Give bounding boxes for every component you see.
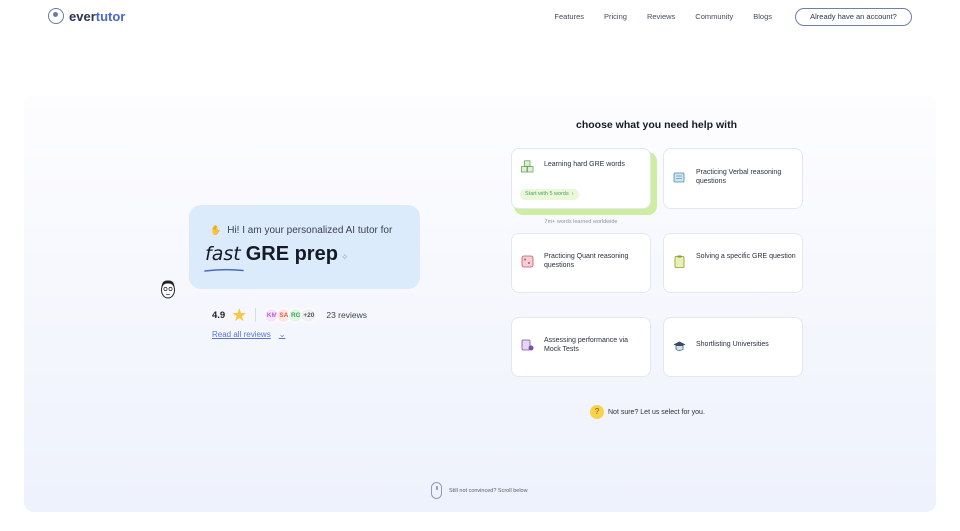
- top-navbar: evertutor Features Pricing Reviews Commu…: [0, 0, 960, 36]
- option-label: Practicing Verbal reasoning questions: [696, 169, 782, 185]
- not-sure-link[interactable]: ? Not sure? Let us select for you.: [590, 405, 705, 419]
- option-card-universities[interactable]: Shortlisting Universities: [663, 317, 803, 377]
- option-card-verbal[interactable]: Practicing Verbal reasoning questions: [663, 148, 803, 209]
- graduation-cap-icon: [673, 340, 686, 353]
- option-card-gre-words[interactable]: Learning hard GRE words Start with 5 wor…: [511, 148, 651, 209]
- abacus-icon: [521, 255, 534, 268]
- option-label: Learning hard GRE words: [544, 161, 625, 168]
- test-icon: [521, 339, 534, 352]
- wave-hand-icon: ✋: [210, 225, 222, 235]
- nav-links: Features Pricing Reviews Community Blogs: [554, 12, 772, 21]
- headline-gre-prep: GRE prep: [245, 243, 338, 265]
- option-card-quant[interactable]: Practicing Quant reasoning questions: [511, 233, 651, 293]
- nav-link-pricing[interactable]: Pricing: [604, 12, 627, 21]
- logo-text: evertutor: [69, 8, 126, 24]
- read-all-reviews-link[interactable]: Read all reviews ⌄: [212, 330, 285, 339]
- nav-link-blogs[interactable]: Blogs: [753, 12, 772, 21]
- words-learned-stat: 7m+ words learned worldwide: [544, 219, 618, 225]
- rating-divider: [255, 308, 257, 322]
- reviewer-more-chip: +20: [300, 307, 318, 323]
- underline-swoosh: [204, 268, 244, 272]
- book-icon: [673, 171, 686, 184]
- option-card-mock-tests[interactable]: Assessing performance via Mock Tests: [511, 317, 651, 377]
- option-label: Practicing Quant reasoning questions: [544, 253, 629, 269]
- chevron-right-icon: ›: [571, 191, 574, 197]
- option-label: Assessing performance via Mock Tests: [544, 337, 629, 353]
- tutor-avatar: [161, 280, 175, 299]
- options-title: choose what you need help with: [575, 119, 738, 131]
- headline-fast: fast: [205, 243, 241, 265]
- chevron-down-icon[interactable]: ⌄: [279, 330, 286, 339]
- clipboard-icon: [673, 255, 686, 268]
- nav-link-features[interactable]: Features: [554, 12, 584, 21]
- blocks-icon: [521, 160, 534, 173]
- start-words-label[interactable]: Start with 5 words: [525, 189, 569, 200]
- mouse-scroll-icon: [431, 482, 442, 499]
- logo[interactable]: evertutor: [48, 8, 125, 24]
- scroll-hint-text: Still not convinced? Scroll below: [449, 487, 528, 494]
- rating-row: 4.9 ★ KM SA RG +20 23 reviews: [212, 306, 367, 324]
- rating-value: 4.9: [212, 309, 226, 321]
- sparkle-icon: ✧: [341, 252, 349, 262]
- reviewer-chips: KM SA RG +20: [264, 307, 318, 323]
- star-icon: ★: [231, 305, 248, 325]
- read-all-reviews-text[interactable]: Read all reviews: [212, 330, 271, 339]
- hero-headline: fast GRE prep: [205, 243, 338, 266]
- greeting-text: Hi! I am your personalized AI tutor for: [227, 225, 393, 236]
- option-card-specific-question[interactable]: Solving a specific GRE question: [663, 233, 803, 293]
- greeting: ✋ Hi! I am your personalized AI tutor fo…: [210, 225, 392, 236]
- option-label: Shortlisting Universities: [696, 341, 769, 348]
- thinking-face-icon: ?: [590, 405, 604, 419]
- nav-link-reviews[interactable]: Reviews: [647, 12, 675, 21]
- option-label: Solving a specific GRE question: [696, 253, 796, 260]
- login-button[interactable]: Already have an account?: [795, 8, 912, 26]
- not-sure-text[interactable]: Not sure? Let us select for you.: [608, 409, 705, 416]
- start-words-button[interactable]: Start with 5 words ›: [520, 189, 579, 200]
- nav-link-community[interactable]: Community: [695, 12, 733, 21]
- reviews-count: 23 reviews: [326, 310, 367, 320]
- logo-icon: [48, 8, 64, 24]
- scroll-hint[interactable]: Still not convinced? Scroll below: [431, 482, 528, 499]
